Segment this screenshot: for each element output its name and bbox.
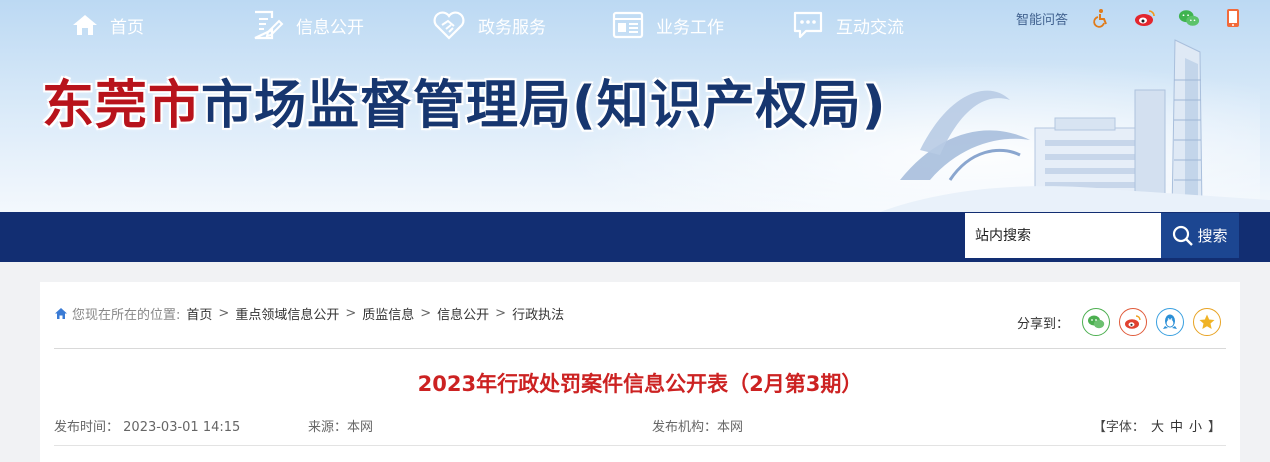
favorite-share-icon[interactable] (1193, 308, 1221, 336)
mobile-icon[interactable] (1222, 7, 1244, 29)
city-skyline-illustration (880, 39, 1270, 212)
site-search-input[interactable] (965, 213, 1161, 258)
article-panel: 您现在所在的位置: 首页 > 重点领域信息公开 > 质监信息 > 信息公开 > … (40, 282, 1240, 462)
wechat-share-icon[interactable] (1082, 308, 1110, 336)
nav-item-business-work[interactable]: 业务工作 (612, 0, 724, 50)
site-title-bureau: 市场监督管理局(知识产权局) (201, 76, 887, 136)
nav-item-gov-services[interactable]: 政务服务 (432, 0, 546, 50)
breadcrumb-separator: > (345, 306, 357, 321)
breadcrumb-prefix: 您现在所在的位置: (72, 308, 181, 323)
nav-item-label: 信息公开 (296, 17, 364, 38)
site-title-city: 东莞市 (42, 76, 202, 136)
nav-item-interaction[interactable]: 互动交流 (792, 0, 904, 50)
home-small-icon (55, 308, 67, 319)
nav-item-home[interactable]: 首页 (72, 0, 144, 50)
nav-item-label: 互动交流 (836, 17, 904, 38)
accessibility-icon[interactable] (1090, 7, 1112, 29)
breadcrumb: 您现在所在的位置: 首页 > 重点领域信息公开 > 质监信息 > 信息公开 > … (54, 304, 564, 323)
heart-handshake-icon (433, 11, 465, 40)
font-size-large[interactable]: 大 (1151, 416, 1164, 435)
search-button-label: 搜索 (1197, 227, 1228, 245)
breadcrumb-link-quality-info[interactable]: 质监信息 (362, 304, 414, 323)
top-links: 智能问答 (1016, 6, 1244, 30)
breadcrumb-link-key-areas[interactable]: 重点领域信息公开 (235, 304, 339, 323)
site-title: 东莞市市场监督管理局(知识产权局) (42, 74, 887, 138)
breadcrumb-separator: > (495, 306, 507, 321)
font-size-medium[interactable]: 中 (1170, 416, 1183, 435)
font-size-switcher: 【字体： 大 中 小 】 (1093, 416, 1221, 435)
org-value: 本网 (717, 420, 744, 435)
nav-item-label: 业务工作 (656, 17, 724, 38)
publish-time-label: 发布时间： (54, 420, 120, 435)
weibo-share-icon[interactable] (1119, 308, 1147, 336)
search-button[interactable]: 搜索 (1161, 213, 1239, 258)
font-size-small[interactable]: 小 (1189, 416, 1202, 435)
divider (54, 445, 1226, 446)
publish-time: 发布时间： 2023-03-01 14:15 (54, 416, 240, 435)
breadcrumb-link-admin-enforcement[interactable]: 行政执法 (512, 304, 564, 323)
source-value: 本网 (347, 420, 374, 435)
nav-item-info-disclosure[interactable]: 信息公开 (252, 0, 364, 50)
font-size-end: 】 (1207, 420, 1221, 435)
home-icon (73, 15, 97, 35)
browser-window-icon (612, 11, 644, 39)
publish-time-value: 2023-03-01 14:15 (123, 420, 241, 435)
nav-item-label: 政务服务 (478, 17, 546, 38)
document-list-icon (254, 10, 284, 40)
breadcrumb-separator: > (218, 306, 230, 321)
share-label: 分享到： (1016, 316, 1069, 332)
org-label: 发布机构： (652, 420, 718, 435)
source-label: 来源： (308, 420, 348, 435)
breadcrumb-link-home[interactable]: 首页 (186, 304, 212, 323)
search-icon (1173, 225, 1194, 246)
breadcrumb-separator: > (420, 306, 432, 321)
share-bar: 分享到： (1017, 308, 1221, 336)
divider (54, 348, 1226, 349)
font-size-label: 【字体： (1092, 420, 1145, 435)
publishing-org: 发布机构：本网 (652, 416, 743, 435)
breadcrumb-link-info-disclosure[interactable]: 信息公开 (437, 304, 489, 323)
chat-bubble-icon (793, 11, 823, 39)
qq-share-icon[interactable] (1156, 308, 1184, 336)
nav-item-label: 首页 (110, 17, 144, 38)
article-source: 来源：本网 (308, 416, 373, 435)
wechat-icon[interactable] (1178, 7, 1200, 29)
article-title: 2023年行政处罚案件信息公开表（2月第3期） (417, 372, 863, 396)
smart-qa-link[interactable]: 智能问答 (1016, 9, 1068, 28)
weibo-icon[interactable] (1134, 7, 1156, 29)
